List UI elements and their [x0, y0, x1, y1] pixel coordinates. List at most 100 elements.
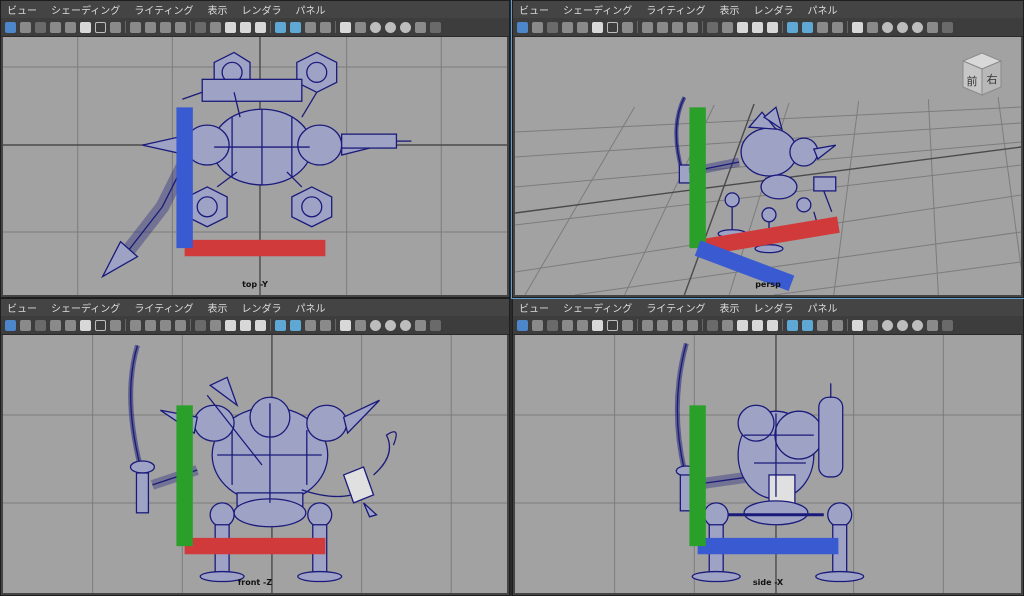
- film-gate-icon[interactable]: [802, 319, 813, 331]
- gate-mask-icon[interactable]: [320, 319, 331, 331]
- resolution-gate-icon[interactable]: [607, 319, 618, 331]
- film-gate-icon[interactable]: [592, 21, 603, 33]
- textured-icon[interactable]: [657, 319, 668, 331]
- isolate-icon[interactable]: [707, 319, 718, 331]
- menu-renderer[interactable]: レンダラ: [754, 2, 794, 17]
- shadows-icon[interactable]: [687, 21, 698, 33]
- textured-icon[interactable]: [145, 319, 156, 331]
- bookmark-icon[interactable]: [255, 319, 266, 331]
- camera-attributes-icon[interactable]: [532, 319, 543, 331]
- menu-show[interactable]: 表示: [720, 2, 740, 17]
- ambient-occlusion-icon[interactable]: [912, 21, 923, 33]
- panel-top[interactable]: ビュー シェーディング ライティング 表示 レンダラ パネル top -Y: [0, 0, 510, 298]
- camera-attributes-icon[interactable]: [240, 21, 251, 33]
- camera-attributes-icon[interactable]: [240, 319, 251, 331]
- film-gate-icon[interactable]: [802, 21, 813, 33]
- resolution-gate-icon[interactable]: [817, 319, 828, 331]
- smooth-shade-icon[interactable]: [852, 21, 863, 33]
- smooth-shade-icon[interactable]: [642, 21, 653, 33]
- camera-attributes-icon[interactable]: [752, 21, 763, 33]
- textured-icon[interactable]: [145, 21, 156, 33]
- xray-icon[interactable]: [942, 319, 953, 331]
- gate-mask-icon[interactable]: [320, 21, 331, 33]
- xray-icon[interactable]: [430, 319, 441, 331]
- gate-mask-icon[interactable]: [110, 319, 121, 331]
- xray-icon[interactable]: [722, 319, 733, 331]
- shadows-icon[interactable]: [687, 319, 698, 331]
- select-camera-icon[interactable]: [517, 319, 528, 331]
- isolate-icon[interactable]: [415, 319, 426, 331]
- viewport-side[interactable]: side -X: [515, 335, 1021, 593]
- panel-front[interactable]: ビュー シェーディング ライティング 表示 レンダラ パネル front -Z: [0, 298, 510, 596]
- isolate-icon[interactable]: [707, 21, 718, 33]
- select-camera-icon[interactable]: [737, 319, 748, 331]
- menu-panels[interactable]: パネル: [808, 2, 838, 17]
- lights-icon[interactable]: [672, 21, 683, 33]
- isolate-icon[interactable]: [927, 319, 938, 331]
- menu-panels[interactable]: パネル: [296, 300, 326, 315]
- camera-attributes-icon[interactable]: [532, 21, 543, 33]
- resolution-gate-icon[interactable]: [607, 21, 618, 33]
- menu-renderer[interactable]: レンダラ: [242, 300, 282, 315]
- smooth-shade-icon[interactable]: [340, 319, 351, 331]
- bookmark-icon[interactable]: [35, 319, 46, 331]
- camera-attributes-icon[interactable]: [752, 319, 763, 331]
- grid-icon[interactable]: [787, 319, 798, 331]
- film-gate-icon[interactable]: [290, 319, 301, 331]
- isolate-icon[interactable]: [195, 319, 206, 331]
- resolution-gate-icon[interactable]: [305, 319, 316, 331]
- textured-icon[interactable]: [657, 21, 668, 33]
- smooth-shade-icon[interactable]: [642, 319, 653, 331]
- viewport-persp[interactable]: 前 右 persp: [515, 37, 1021, 295]
- smooth-shade-icon[interactable]: [130, 21, 141, 33]
- xray-icon[interactable]: [942, 21, 953, 33]
- textured-icon[interactable]: [867, 21, 878, 33]
- grid-icon[interactable]: [787, 21, 798, 33]
- bookmark-icon[interactable]: [767, 319, 778, 331]
- isolate-icon[interactable]: [415, 21, 426, 33]
- film-gate-icon[interactable]: [592, 319, 603, 331]
- menu-renderer[interactable]: レンダラ: [242, 2, 282, 17]
- bookmark-icon[interactable]: [547, 21, 558, 33]
- menu-lighting[interactable]: ライティング: [134, 2, 193, 17]
- grid-icon[interactable]: [65, 21, 76, 33]
- menu-lighting[interactable]: ライティング: [134, 300, 193, 315]
- image-plane-icon[interactable]: [50, 319, 61, 331]
- viewport-front[interactable]: front -Z: [3, 335, 507, 593]
- lights-icon[interactable]: [160, 319, 171, 331]
- grid-icon[interactable]: [275, 21, 286, 33]
- film-gate-icon[interactable]: [290, 21, 301, 33]
- xray-icon[interactable]: [210, 319, 221, 331]
- select-camera-icon[interactable]: [517, 21, 528, 33]
- lights-icon[interactable]: [370, 319, 381, 331]
- isolate-icon[interactable]: [927, 21, 938, 33]
- shadows-icon[interactable]: [175, 21, 186, 33]
- resolution-gate-icon[interactable]: [95, 21, 106, 33]
- bookmark-icon[interactable]: [255, 21, 266, 33]
- xray-icon[interactable]: [430, 21, 441, 33]
- select-camera-icon[interactable]: [737, 21, 748, 33]
- camera-attributes-icon[interactable]: [20, 21, 31, 33]
- textured-icon[interactable]: [355, 21, 366, 33]
- lights-icon[interactable]: [882, 319, 893, 331]
- grid-icon[interactable]: [577, 21, 588, 33]
- select-camera-icon[interactable]: [5, 21, 16, 33]
- menu-panels[interactable]: パネル: [808, 300, 838, 315]
- shadows-icon[interactable]: [385, 319, 396, 331]
- image-plane-icon[interactable]: [562, 319, 573, 331]
- menu-show[interactable]: 表示: [720, 300, 740, 315]
- shadows-icon[interactable]: [175, 319, 186, 331]
- resolution-gate-icon[interactable]: [95, 319, 106, 331]
- menu-shading[interactable]: シェーディング: [51, 300, 120, 315]
- menu-view[interactable]: ビュー: [7, 300, 37, 315]
- film-gate-icon[interactable]: [80, 319, 91, 331]
- resolution-gate-icon[interactable]: [817, 21, 828, 33]
- menu-shading[interactable]: シェーディング: [563, 300, 632, 315]
- menu-view[interactable]: ビュー: [519, 300, 549, 315]
- lights-icon[interactable]: [882, 21, 893, 33]
- gate-mask-icon[interactable]: [622, 319, 633, 331]
- gate-mask-icon[interactable]: [832, 319, 843, 331]
- image-plane-icon[interactable]: [50, 21, 61, 33]
- bookmark-icon[interactable]: [35, 21, 46, 33]
- shadows-icon[interactable]: [385, 21, 396, 33]
